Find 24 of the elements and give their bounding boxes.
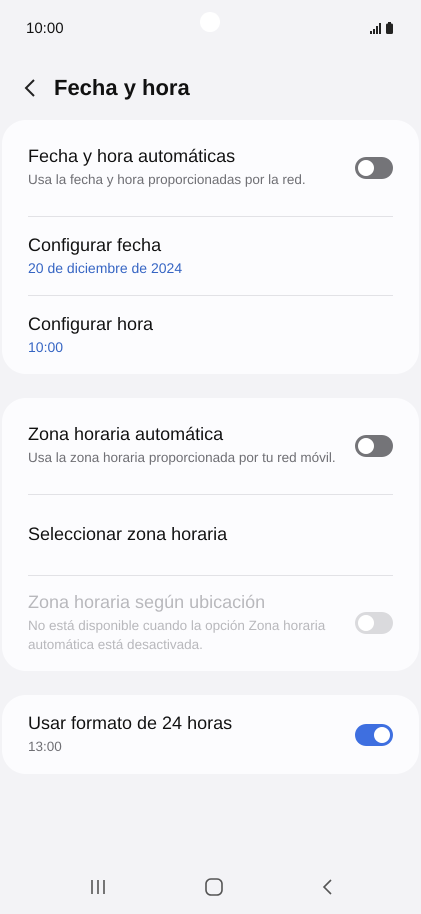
toggle-switch[interactable] <box>355 724 393 746</box>
setting-title: Fecha y hora automáticas <box>28 146 236 168</box>
toggle-switch[interactable] <box>355 435 393 457</box>
recent-apps-icon <box>90 879 106 895</box>
signal-icon <box>370 22 382 34</box>
setting-value: 20 de diciembre de 2024 <box>28 260 184 276</box>
back-icon <box>322 879 332 895</box>
battery-icon <box>386 22 393 34</box>
setting-description: Usa la fecha y hora proporcionadas por la red. <box>28 171 307 190</box>
setting-value: 10:00 <box>28 339 64 355</box>
setting-title[interactable]: Configurar hora <box>28 314 393 335</box>
setting-title: Zona horaria automática <box>28 424 224 446</box>
setting-description: Usa la zona horaria proporcionada por tu red móvil. <box>28 449 337 468</box>
setting-title: Zona horaria según ubicación <box>28 592 266 614</box>
setting-title: Usar formato de 24 horas <box>28 712 234 734</box>
toggle-switch[interactable] <box>355 157 393 179</box>
page-title: Fecha y hora <box>54 75 190 101</box>
status-time: 10:00 <box>26 20 64 36</box>
setting-description: 13:00 <box>28 738 63 756</box>
setting-description: No está disponible cuando la opción Zona horaria automática está desactivada. <box>28 617 326 654</box>
back-icon <box>24 78 36 98</box>
home-icon <box>204 878 222 896</box>
setting-title[interactable]: Seleccionar zona horaria <box>28 524 393 545</box>
setting-title[interactable]: Configurar fecha <box>28 235 393 256</box>
